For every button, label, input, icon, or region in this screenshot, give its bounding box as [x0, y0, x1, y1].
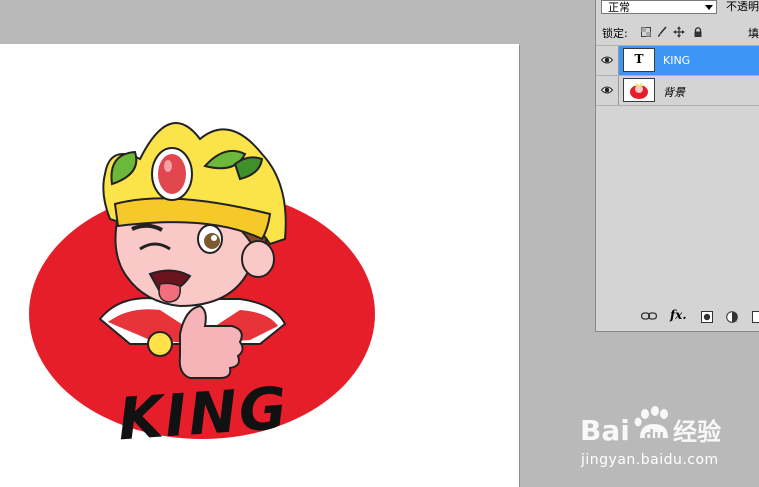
layers-panel-footer: fx. . [596, 306, 759, 328]
svg-text:du: du [644, 428, 664, 444]
link-icon[interactable] [641, 311, 657, 321]
layer-thumbnail-image [623, 78, 655, 102]
layer-name: KING [663, 54, 691, 67]
watermark-url: jingyan.baidu.com [581, 452, 719, 468]
layer-name: 背景 [663, 86, 685, 99]
visibility-toggle[interactable] [596, 46, 619, 75]
svg-text:经验: 经验 [673, 418, 721, 446]
layers-panel: 正常 不透明 锁定: 填 T KING 背景 fx. . [595, 0, 759, 332]
layer-thumbnail-text: T [623, 48, 655, 72]
layer-style-button[interactable]: fx. [670, 308, 687, 322]
brush-icon[interactable] [656, 26, 668, 38]
opacity-label: 不透明 [726, 0, 759, 13]
new-group-icon[interactable] [752, 311, 759, 323]
eye-icon [601, 56, 613, 64]
document-canvas[interactable]: KING [0, 44, 519, 487]
blend-mode-value: 正常 [608, 1, 630, 14]
fill-label: 填 [748, 27, 759, 40]
visibility-toggle[interactable] [596, 76, 619, 105]
baidu-jingyan-watermark: Bai du 经验 jingyan.baidu.com [578, 404, 758, 474]
text-layer-icon: T [634, 52, 644, 66]
lock-row: 锁定: 填 [596, 22, 759, 42]
blend-row: 正常 不透明 [596, 0, 759, 18]
move-icon[interactable] [673, 26, 685, 38]
image-thumbnail [630, 83, 648, 99]
chevron-down-icon [705, 5, 713, 10]
layer-row-king[interactable]: T KING [596, 45, 759, 75]
svg-text:.: . [736, 317, 738, 323]
artwork-title-text: KING [115, 373, 291, 454]
lock-icon[interactable] [692, 26, 704, 38]
lock-transparent-pixels-icon[interactable] [640, 26, 652, 38]
baidu-logo: Bai du 经验 [580, 406, 721, 447]
mask-icon[interactable] [701, 311, 713, 323]
lock-label: 锁定: [602, 27, 628, 40]
svg-text:Bai: Bai [580, 414, 630, 447]
adjustment-icon[interactable]: . [726, 311, 740, 323]
blend-mode-select[interactable]: 正常 [601, 0, 717, 14]
eye-icon [601, 86, 613, 94]
layer-row-background[interactable]: 背景 [596, 75, 759, 106]
